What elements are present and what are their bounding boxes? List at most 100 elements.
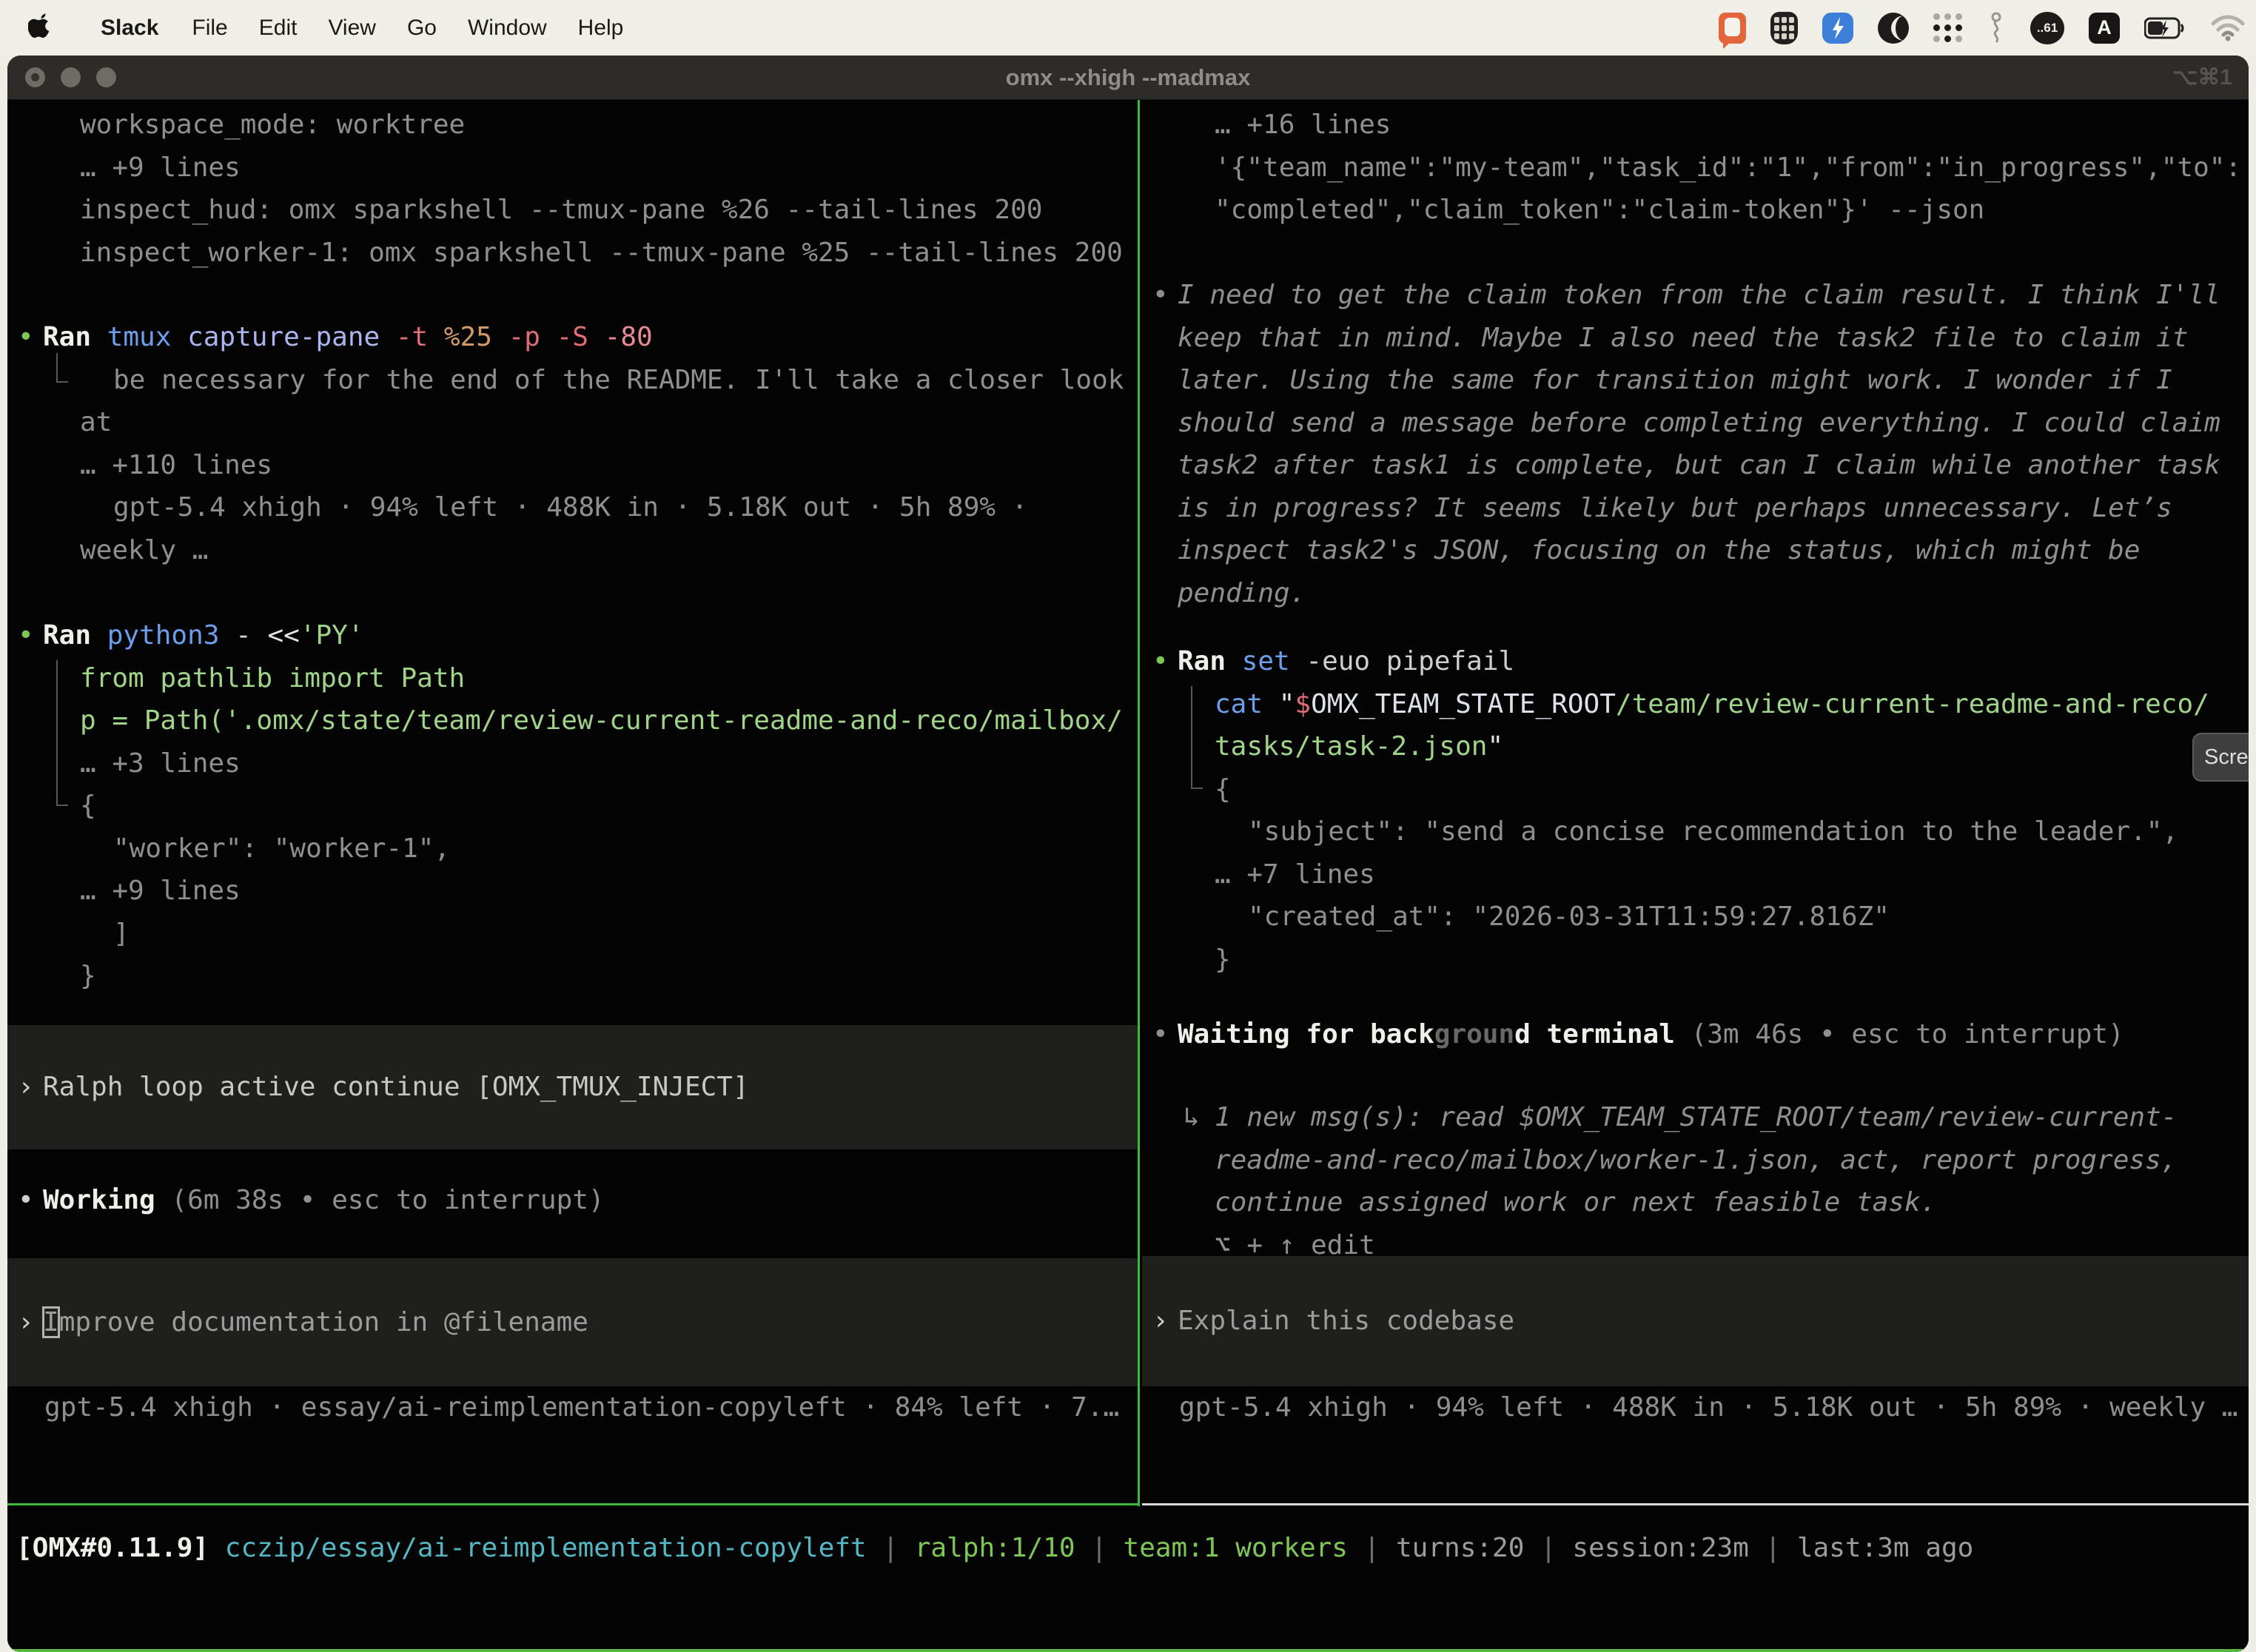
line-marker: › <box>18 1301 34 1344</box>
text-segment: Ran <box>43 620 107 651</box>
menu-item-view[interactable]: View <box>312 16 391 41</box>
terminal-line: … +110 lines <box>7 444 1140 487</box>
terminal-line: … +9 lines <box>7 147 1140 189</box>
text-segment: is in progress? It seems likely but perh… <box>1178 493 2172 523</box>
text-segment: set <box>1242 646 1306 676</box>
composer-left[interactable]: ›Improve documentation in @filename <box>7 1258 1140 1386</box>
terminal-line: workspace_mode: worktree <box>7 104 1140 147</box>
text-segment: keep that in mind. Maybe I also need the… <box>1178 323 2188 353</box>
terminal-line: ] <box>7 913 1140 956</box>
crescent-icon[interactable] <box>1878 13 1909 44</box>
terminal-line: readme-and-reco/mailbox/worker-1.json, a… <box>1142 1139 2249 1182</box>
output-block: … +16 lines'{"team_name":"my-team","task… <box>1142 104 2249 232</box>
text-segment: { <box>1215 774 1231 805</box>
text-segment: from pathlib import Path <box>80 663 465 694</box>
text-segment: - <box>235 620 267 651</box>
text-segment: " <box>1279 689 1295 719</box>
thinking-block: •I need to get the claim token from the … <box>1142 274 2249 614</box>
text-segment: inspect task2's JSON, focusing on the st… <box>1178 535 2140 565</box>
terminal-line: gpt-5.4 xhigh · 94% left · 488K in · 5.1… <box>7 486 1140 529</box>
text-segment: readme-and-reco/mailbox/worker-1.json, a… <box>1215 1145 2177 1175</box>
menu-item-file[interactable]: File <box>176 16 243 41</box>
dots-grid-icon[interactable] <box>1933 13 1962 42</box>
text-segment: mprove documentation in @filename <box>59 1307 588 1337</box>
ran-tmux-block: •Ran tmux capture-pane -t %25 -p -S -80b… <box>7 316 1140 571</box>
apple-menu-icon[interactable] <box>28 13 53 43</box>
text-segment: $ <box>1295 689 1311 719</box>
terminal-line: { <box>7 785 1140 827</box>
text-segment: "worker": "worker-1", <box>113 833 450 864</box>
line-marker: • <box>1152 274 1169 317</box>
line-marker: • <box>18 614 34 657</box>
composer-right[interactable]: ›Explain this codebase <box>1142 1256 2249 1386</box>
output-block: workspace_mode: worktree… +9 lines inspec… <box>7 104 1140 274</box>
terminal-line: ⌥ + ↑ edit <box>1142 1224 2249 1267</box>
text-segment: "created_at": "2026-03-31T11:59:27.816Z" <box>1248 901 1890 932</box>
terminal-line: inspect task2's JSON, focusing on the st… <box>1142 529 2249 572</box>
pane-hud[interactable]: ›Ralph loop active continue [OMX_TMUX_IN… <box>7 100 1140 1451</box>
text-segment: later. Using the same for transition mig… <box>1178 365 2172 395</box>
terminal-line: "completed","claim_token":"claim-token"}… <box>1142 189 2249 232</box>
output-connector <box>56 353 68 383</box>
window-title: omx --xhigh --madmax <box>7 56 2249 100</box>
text-segment: tasks/task-2.json <box>1215 731 1487 762</box>
terminal-line: at <box>7 401 1140 444</box>
terminal-line: inspect_worker-1: omx sparkshell --tmux-… <box>7 232 1140 275</box>
inject-banner: ›Ralph loop active continue [OMX_TMUX_IN… <box>7 1025 1140 1149</box>
pane-divider[interactable] <box>1138 100 1140 1506</box>
waiting-status-block: •Waiting for background terminal (3m 46s… <box>1142 1013 2249 1056</box>
text-segment: Waiting for back <box>1178 1019 1434 1050</box>
model-status-right: gpt-5.4 xhigh · 94% left · 488K in · 5.1… <box>1142 1386 2249 1429</box>
menu-item-edit[interactable]: Edit <box>244 16 313 41</box>
grid-shield-icon[interactable] <box>1770 12 1798 44</box>
text-segment: << <box>267 620 299 651</box>
timer-badge-icon[interactable]: ..61 <box>2030 12 2064 44</box>
text-segment: inspect_hud: omx sparkshell --tmux-pane … <box>80 195 1042 225</box>
text-segment: … +3 lines <box>80 748 241 779</box>
terminal-window: omx --xhigh --madmax ⌥⌘1 ›Ralph loop act… <box>7 56 2249 1652</box>
terminal-line: … +3 lines <box>7 742 1140 785</box>
terminal-line: gpt-5.4 xhigh · essay/ai-reimplementatio… <box>7 1386 1140 1429</box>
text-segment: tmux <box>107 322 187 352</box>
menu-item-help[interactable]: Help <box>563 16 639 41</box>
terminal-line: ↳1 new msg(s): read $OMX_TEAM_STATE_ROOT… <box>1142 1096 2249 1139</box>
text-segment: "completed","claim_token":"claim-token"}… <box>1215 195 1984 225</box>
text-segment: … +9 lines <box>80 876 241 906</box>
text-segment: [OMX#0.11.9] <box>16 1533 225 1563</box>
menu-item-go[interactable]: Go <box>392 16 452 41</box>
text-segment: groun <box>1434 1019 1514 1050</box>
ran-cat-block: •Ran set -euo pipefailcat "$OMX_TEAM_STA… <box>1142 640 2249 981</box>
text-segment: } <box>80 961 96 991</box>
terminal-line: keep that in mind. Maybe I also need the… <box>1142 317 2249 360</box>
battery-icon[interactable] <box>2144 17 2186 39</box>
text-segment: capture-pane <box>187 322 396 352</box>
terminal-line: gpt-5.4 xhigh · 94% left · 488K in · 5.1… <box>1142 1386 2249 1429</box>
letter-a-icon[interactable]: A <box>2089 13 2120 44</box>
tmux-status-bar[interactable]: [omx-cczip0:bash* "MacBook-Pro-44.local"… <box>7 1649 2249 1652</box>
model-status-left: gpt-5.4 xhigh · essay/ai-reimplementatio… <box>7 1386 1140 1429</box>
line-marker: › <box>18 1066 34 1109</box>
text-segment: | <box>867 1533 915 1563</box>
terminal-line: } <box>1142 939 2249 981</box>
text-segment: … +7 lines <box>1215 859 1375 890</box>
text-segment: task2 after task1 is complete, but can I… <box>1178 450 2220 480</box>
screen-recording-icon[interactable] <box>1719 13 1746 44</box>
ran-python-block: •Ran python3 - <<'PY'from pathlib import… <box>7 614 1140 998</box>
text-segment: 1 new msg(s): read $OMX_TEAM_STATE_ROOT/… <box>1215 1102 2177 1132</box>
text-segment: at <box>80 407 112 437</box>
pane-worker[interactable]: ›Explain this codebase … +16 lines'{"tea… <box>1142 100 2249 1451</box>
menu-item-window[interactable]: Window <box>452 16 563 41</box>
pane-border-active <box>7 1503 1138 1505</box>
text-segment: … +16 lines <box>1215 110 1391 140</box>
text-segment: Ran <box>43 322 107 352</box>
terminal-line: cat "$OMX_TEAM_STATE_ROOT/team/review-cu… <box>1142 683 2249 726</box>
terminal-body[interactable]: ›Ralph loop active continue [OMX_TMUX_IN… <box>7 100 2249 1652</box>
squiggle-key-icon[interactable] <box>1987 11 2006 45</box>
text-segment: weekly … <box>80 535 208 565</box>
text-segment: { <box>80 790 96 821</box>
text-segment: -p <box>508 322 557 352</box>
terminal-line: ›Improve documentation in @filename <box>7 1301 1140 1344</box>
menu-app-name[interactable]: Slack <box>83 16 176 41</box>
wifi-icon[interactable] <box>2210 15 2246 41</box>
bolt-badge-icon[interactable] <box>1822 13 1853 44</box>
